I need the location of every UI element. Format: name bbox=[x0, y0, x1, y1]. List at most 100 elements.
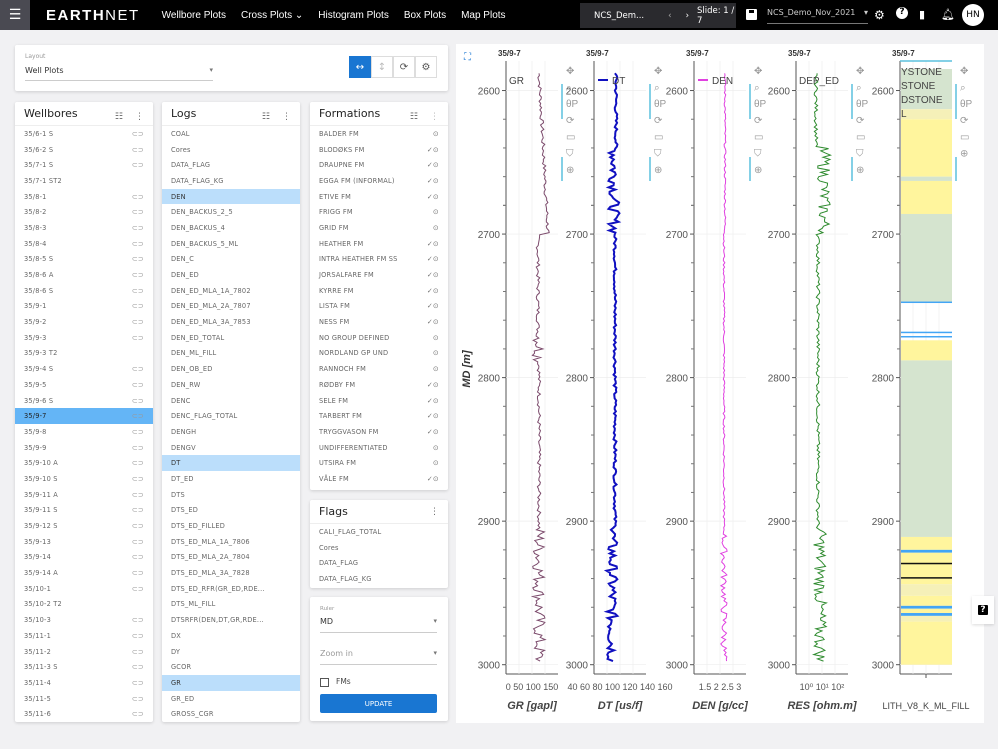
target-icon[interactable]: ⊙ bbox=[433, 130, 439, 138]
link-icon[interactable]: ⊂⊃ bbox=[132, 585, 144, 593]
target-icon[interactable]: ⊙ bbox=[433, 255, 439, 263]
formation-item[interactable]: HEATHER FM ✓⊙ bbox=[310, 236, 448, 252]
wellbore-item[interactable]: 35/9-14 ⊂⊃ bbox=[15, 550, 153, 566]
target-icon[interactable]: ⊙ bbox=[433, 365, 439, 373]
wheel-zoom-icon[interactable]: θP bbox=[754, 99, 767, 110]
log-item[interactable]: DT_ED bbox=[162, 471, 300, 487]
target-icon[interactable]: ⊙ bbox=[433, 161, 439, 169]
link-icon[interactable]: ⊂⊃ bbox=[132, 146, 144, 154]
zoom-icon[interactable]: ⌕ bbox=[654, 83, 660, 94]
formation-item[interactable]: EGGA FM (INFORMAL) ✓⊙ bbox=[310, 173, 448, 189]
chevron-right-icon[interactable]: › bbox=[686, 11, 689, 21]
target-icon[interactable]: ⊙ bbox=[433, 224, 439, 232]
link-icon[interactable]: ⊂⊃ bbox=[132, 287, 144, 295]
formation-item[interactable]: NESS FM ✓⊙ bbox=[310, 314, 448, 330]
link-icon[interactable]: ⊂⊃ bbox=[132, 381, 144, 389]
link-icon[interactable]: ⊂⊃ bbox=[132, 444, 144, 452]
wellbore-item[interactable]: 35/9-3 ⊂⊃ bbox=[15, 330, 153, 346]
target-icon[interactable]: ⊙ bbox=[433, 287, 439, 295]
log-item[interactable]: DATA_FLAG bbox=[162, 157, 300, 173]
link-icon[interactable]: ⊂⊃ bbox=[132, 302, 144, 310]
link-icon[interactable]: ⊂⊃ bbox=[132, 648, 144, 656]
link-icon[interactable]: ⊂⊃ bbox=[132, 334, 144, 342]
save-icon[interactable]: ▭ bbox=[754, 132, 763, 143]
link-icon[interactable]: ⊂⊃ bbox=[132, 538, 144, 546]
log-item[interactable]: COAL bbox=[162, 126, 300, 142]
wheel-zoom-icon[interactable]: θP bbox=[960, 99, 973, 110]
formation-item[interactable]: FRIGG FM ⊙ bbox=[310, 204, 448, 220]
wheel-zoom-icon[interactable]: θP bbox=[566, 99, 579, 110]
more-vert-icon[interactable]: ⋮ bbox=[430, 507, 439, 517]
log-item[interactable]: DEN_C bbox=[162, 252, 300, 268]
nav-histogram-plots[interactable]: Histogram Plots bbox=[318, 10, 389, 21]
log-item[interactable]: GROSS_CGR bbox=[162, 706, 300, 722]
reset-icon[interactable]: ⟳ bbox=[566, 116, 575, 127]
wellbore-item[interactable]: 35/8-2 ⊂⊃ bbox=[15, 204, 153, 220]
settings-button[interactable]: ⚙ bbox=[415, 56, 437, 78]
target-icon[interactable]: ⊙ bbox=[433, 302, 439, 310]
link-icon[interactable]: ⊂⊃ bbox=[132, 224, 144, 232]
save-icon[interactable]: ▭ bbox=[654, 132, 663, 143]
horizontal-layout-button[interactable]: ↔ bbox=[349, 56, 371, 78]
link-icon[interactable]: ⊂⊃ bbox=[132, 428, 144, 436]
bookmarks-icon[interactable]: ▮ bbox=[919, 8, 925, 21]
link-icon[interactable]: ⊂⊃ bbox=[132, 365, 144, 373]
wellbore-item[interactable]: 35/9-1 ⊂⊃ bbox=[15, 299, 153, 315]
link-icon[interactable]: ⊂⊃ bbox=[132, 710, 144, 718]
link-icon[interactable]: ⊂⊃ bbox=[132, 240, 144, 248]
chevron-left-icon[interactable]: ‹ bbox=[668, 11, 671, 21]
log-item[interactable]: DENC bbox=[162, 393, 300, 409]
hover-icon[interactable]: ⛉ bbox=[754, 149, 762, 160]
link-icon[interactable]: ⊂⊃ bbox=[132, 491, 144, 499]
link-icon[interactable]: ⊂⊃ bbox=[132, 475, 144, 483]
wellbore-item[interactable]: 35/9-10 A ⊂⊃ bbox=[15, 455, 153, 471]
link-icon[interactable]: ⊂⊃ bbox=[132, 616, 144, 624]
hover-icon[interactable]: ⛉ bbox=[566, 149, 574, 160]
gear-icon[interactable]: ⚙ bbox=[874, 8, 885, 22]
well-plot-svg[interactable]: ⛶ MD [m] 35/9-7 2600 2700 2800 2900 3000 0 50 10… bbox=[456, 44, 984, 723]
flag-item[interactable]: DATA_FLAG_KG bbox=[310, 571, 448, 587]
filter-icon[interactable]: ☷ bbox=[262, 112, 270, 122]
filter-icon[interactable]: ☷ bbox=[115, 112, 123, 122]
flag-item[interactable]: DATA_FLAG bbox=[310, 555, 448, 571]
refresh-button[interactable]: ⟳ bbox=[393, 56, 415, 78]
flag-item[interactable]: Cores bbox=[310, 540, 448, 556]
more-vert-icon[interactable]: ⋮ bbox=[282, 112, 291, 122]
target-icon[interactable]: ⊙ bbox=[433, 397, 439, 405]
wellbore-item[interactable]: 35/11-1 ⊂⊃ bbox=[15, 628, 153, 644]
formation-item[interactable]: ETIVE FM ✓⊙ bbox=[310, 189, 448, 205]
log-item[interactable]: DTS_ED_MLA_1A_7806 bbox=[162, 534, 300, 550]
zoom-icon[interactable]: ⌕ bbox=[856, 83, 862, 94]
wellbore-item[interactable]: 35/9-3 T2 bbox=[15, 346, 153, 362]
formation-item[interactable]: TRYGGVASON FM ✓⊙ bbox=[310, 424, 448, 440]
log-item[interactable]: GCOR bbox=[162, 659, 300, 675]
wellbore-item[interactable]: 35/8-6 S ⊂⊃ bbox=[15, 283, 153, 299]
pan-icon[interactable]: ✥ bbox=[856, 66, 864, 77]
log-item[interactable]: DEN_ML_FILL bbox=[162, 346, 300, 362]
crosshair-icon[interactable]: ⊕ bbox=[754, 165, 762, 176]
log-item[interactable]: DATA_FLAG_KG bbox=[162, 173, 300, 189]
bell-icon[interactable]: 🔔︎ bbox=[941, 8, 955, 21]
log-item[interactable]: DTS bbox=[162, 487, 300, 503]
log-item[interactable]: Cores bbox=[162, 142, 300, 158]
crosshair-icon[interactable]: ⊕ bbox=[566, 165, 574, 176]
link-icon[interactable]: ⊂⊃ bbox=[132, 412, 144, 420]
log-item[interactable]: DEN_ED_MLA_2A_7807 bbox=[162, 299, 300, 315]
wellbore-item[interactable]: 35/11-2 ⊂⊃ bbox=[15, 644, 153, 660]
log-item[interactable]: DENGV bbox=[162, 440, 300, 456]
link-icon[interactable]: ⊂⊃ bbox=[132, 318, 144, 326]
link-icon[interactable]: ⊂⊃ bbox=[132, 459, 144, 467]
link-icon[interactable]: ⊂⊃ bbox=[132, 255, 144, 263]
flag-item[interactable]: CALI_FLAG_TOTAL bbox=[310, 524, 448, 540]
log-item[interactable]: DEN_OB_ED bbox=[162, 361, 300, 377]
target-icon[interactable]: ⊙ bbox=[433, 412, 439, 420]
zoom-select[interactable]: Zoom in ▾ bbox=[320, 649, 437, 665]
target-icon[interactable]: ⊙ bbox=[433, 146, 439, 154]
formation-item[interactable]: RANNOCH FM ⊙ bbox=[310, 361, 448, 377]
wheel-zoom-icon[interactable]: θP bbox=[856, 99, 869, 110]
target-icon[interactable]: ⊙ bbox=[433, 459, 439, 467]
wheel-zoom-icon[interactable]: θP bbox=[654, 99, 667, 110]
target-icon[interactable]: ⊙ bbox=[433, 271, 439, 279]
wellbore-item[interactable]: 35/8-1 ⊂⊃ bbox=[15, 189, 153, 205]
zoom-icon[interactable]: ⌕ bbox=[960, 83, 966, 94]
